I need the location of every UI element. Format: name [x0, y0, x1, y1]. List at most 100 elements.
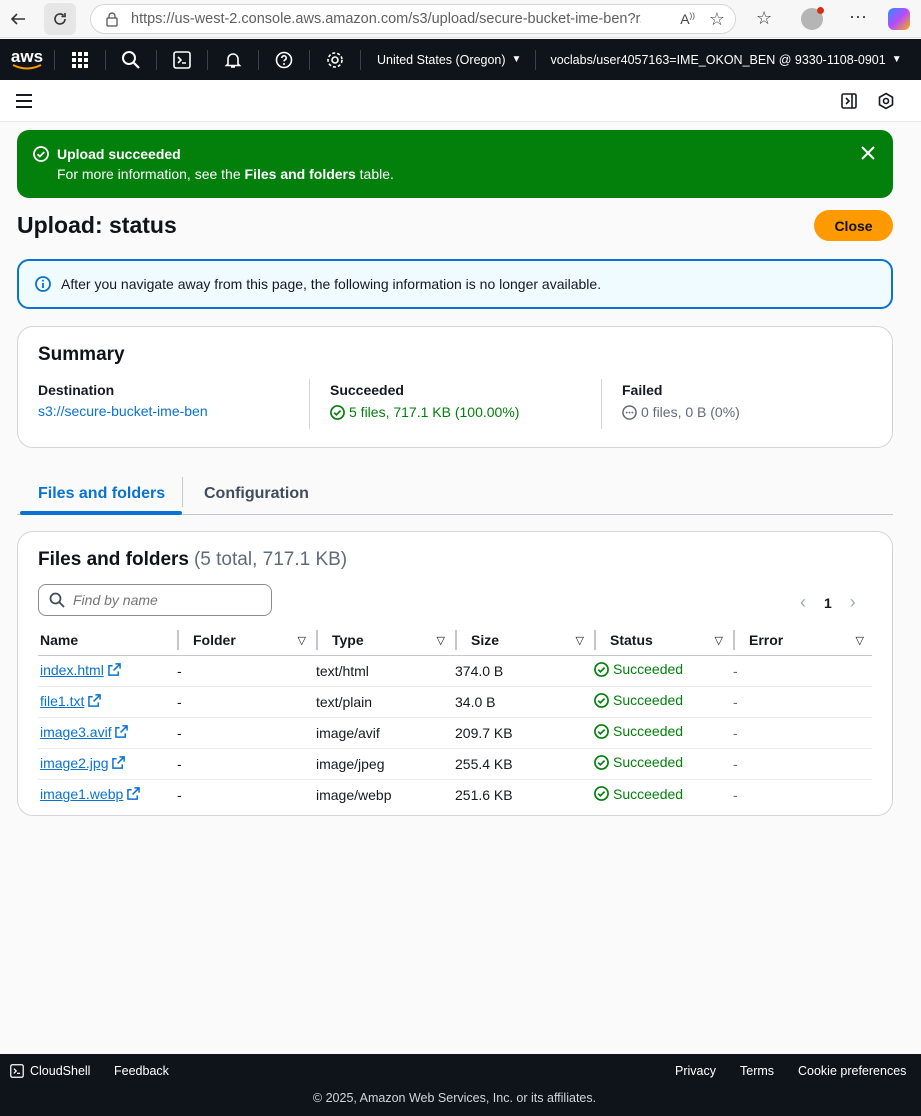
sort-caret-icon[interactable]: ▽	[856, 634, 864, 647]
flash-title: Upload succeeded	[57, 146, 181, 162]
external-link-icon[interactable]	[88, 694, 102, 710]
summary-container: Summary Destination s3://secure-bucket-i…	[17, 326, 893, 448]
more-icon[interactable]: ···	[849, 6, 867, 27]
cell-folder: -	[175, 655, 314, 687]
address-bar[interactable]: https://us-west-2.console.aws.amazon.com…	[90, 4, 736, 34]
pagination: ‹ 1 ›	[800, 592, 856, 613]
caret-down-icon: ▼	[511, 54, 522, 65]
dismiss-close-icon[interactable]	[861, 146, 875, 163]
succeeded-value: 5 files, 717.1 KB (100.00%)	[330, 404, 519, 420]
privacy-link[interactable]: Privacy	[675, 1064, 716, 1078]
column-header-error[interactable]: Error ▽	[731, 626, 872, 656]
succeeded-label: Succeeded	[330, 382, 404, 398]
search-icon	[49, 592, 65, 608]
status-text: Succeeded	[613, 661, 684, 678]
services-grid-icon[interactable]	[55, 39, 105, 80]
cell-status: Succeeded	[592, 779, 731, 810]
divider	[535, 49, 537, 70]
cookie-preferences-link[interactable]: Cookie preferences	[798, 1064, 906, 1078]
column-header-type[interactable]: Type ▽	[314, 626, 453, 656]
tab-files-and-folders[interactable]: Files and folders	[38, 474, 165, 514]
info-alert: After you navigate away from this page, …	[17, 259, 893, 309]
copilot-icon[interactable]	[888, 8, 910, 30]
cell-size: 255.4 KB	[453, 748, 592, 780]
info-alert-text: After you navigate away from this page, …	[61, 276, 602, 292]
help-icon[interactable]	[259, 39, 309, 80]
status-indicator: Succeeded	[594, 786, 683, 802]
chevron-right-icon[interactable]: ›	[850, 592, 856, 613]
cell-type: image/jpeg	[314, 748, 453, 780]
external-link-icon[interactable]	[112, 756, 126, 772]
column-divider	[601, 379, 602, 429]
file-link[interactable]: index.html	[40, 662, 104, 678]
table-row: image1.webp - image/webp 251.6 KB Succeeded…	[38, 779, 872, 810]
table-row: file1.txt - text/plain 34.0 B Succeeded -	[38, 686, 872, 718]
cell-error: -	[731, 748, 872, 780]
notifications-bell-icon[interactable]	[208, 39, 258, 80]
account-menu[interactable]: voclabs/user4057163=IME_OKON_BEN @ 9330-…	[550, 53, 901, 67]
console-sub-bar	[0, 80, 921, 122]
destination-link[interactable]: s3://secure-bucket-ime-ben	[38, 403, 208, 419]
close-button[interactable]: Close	[814, 210, 893, 241]
amazon-q-icon[interactable]	[877, 92, 895, 113]
cloudshell-icon[interactable]	[157, 39, 207, 80]
external-link-icon[interactable]	[115, 725, 129, 741]
column-header-size[interactable]: Size ▽	[453, 626, 592, 656]
external-link-icon[interactable]	[107, 663, 121, 679]
column-header-folder[interactable]: Folder ▽	[175, 626, 314, 656]
info-icon	[35, 276, 51, 292]
column-header-name[interactable]: Name	[38, 626, 175, 656]
file-link[interactable]: file1.txt	[40, 693, 84, 709]
favorite-star-icon[interactable]: ☆	[709, 9, 725, 30]
cell-name: image3.avif	[38, 717, 175, 749]
flash-message-bold: Files and folders	[244, 166, 356, 182]
status-text: Succeeded	[613, 692, 684, 709]
success-check-icon	[594, 692, 609, 708]
side-panel-toggle-icon[interactable]	[840, 92, 858, 113]
reload-icon[interactable]	[44, 3, 76, 35]
terms-link[interactable]: Terms	[740, 1064, 774, 1078]
search-input[interactable]	[73, 592, 253, 608]
cloudshell-link[interactable]: CloudShell	[10, 1064, 90, 1078]
region-label: United States (Oregon)	[377, 52, 506, 67]
sort-caret-icon[interactable]: ▽	[298, 634, 306, 647]
search-field[interactable]	[38, 584, 272, 616]
favorites-icon[interactable]: ☆	[756, 8, 772, 29]
cell-type: image/webp	[316, 786, 392, 803]
cell-name: index.html	[38, 655, 175, 687]
summary-title: Summary	[38, 344, 125, 365]
aws-logo[interactable]: aws	[0, 39, 54, 80]
feedback-link[interactable]: Feedback	[114, 1064, 169, 1078]
region-selector[interactable]: United States (Oregon) ▼	[377, 53, 521, 67]
search-icon[interactable]	[106, 39, 156, 80]
sort-caret-icon[interactable]: ▽	[576, 634, 584, 647]
flash-message-prefix: For more information, see the	[57, 166, 245, 182]
aws-logo-text: aws	[10, 46, 44, 66]
hamburger-menu-icon[interactable]	[16, 94, 32, 111]
success-check-icon	[594, 723, 609, 739]
files-title: Files and folders	[38, 549, 189, 570]
back-icon[interactable]	[2, 3, 34, 35]
settings-gear-icon[interactable]	[310, 39, 360, 80]
file-link[interactable]: image3.avif	[40, 724, 112, 740]
read-aloud-icon[interactable]: A))	[680, 11, 695, 27]
cell-error: -	[731, 686, 872, 718]
account-label: voclabs/user4057163=IME_OKON_BEN @ 9330-…	[550, 52, 886, 67]
cell-status: Succeeded	[592, 686, 731, 718]
tab-configuration[interactable]: Configuration	[204, 474, 309, 514]
cell-status: Succeeded	[592, 655, 731, 687]
success-check-icon	[33, 146, 49, 162]
succeeded-value-text: 5 files, 717.1 KB (100.00%)	[349, 404, 520, 420]
file-link[interactable]: image1.webp	[40, 786, 123, 802]
success-check-icon	[330, 404, 345, 420]
cell-name: image2.jpg	[38, 748, 175, 780]
column-header-status[interactable]: Status ▽	[592, 626, 731, 656]
file-link[interactable]: image2.jpg	[40, 755, 109, 771]
external-link-icon[interactable]	[127, 787, 140, 803]
cell-type: text/html	[314, 655, 453, 687]
sort-caret-icon[interactable]: ▽	[437, 634, 445, 647]
page-number[interactable]: 1	[824, 595, 832, 611]
sort-caret-icon[interactable]: ▽	[715, 634, 723, 647]
chevron-left-icon[interactable]: ‹	[800, 592, 806, 613]
column-label: Folder	[193, 632, 236, 649]
